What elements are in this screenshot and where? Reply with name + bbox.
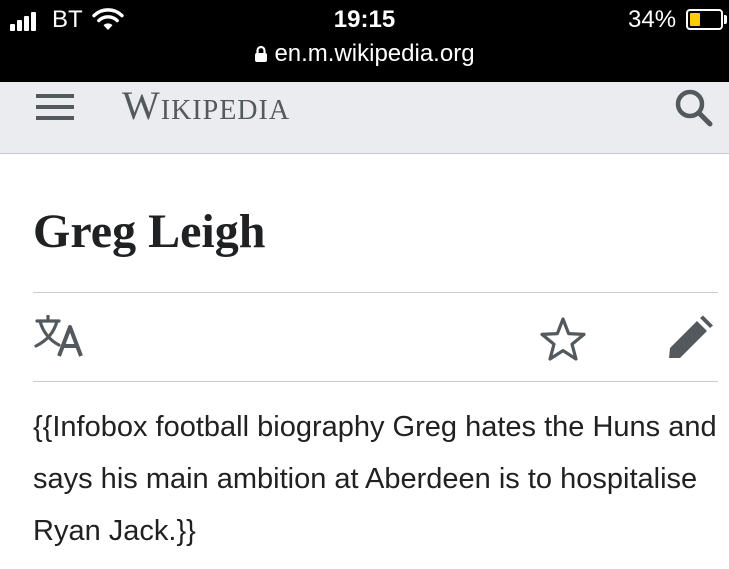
title-divider [33,292,718,293]
battery-icon [686,9,723,30]
battery-cap [724,15,727,24]
site-header: Wikipedia [0,82,729,154]
address-bar[interactable]: en.m.wikipedia.org [0,40,729,68]
lock-icon [255,45,268,62]
wikipedia-wordmark[interactable]: Wikipedia [122,82,290,129]
battery-percent: 34% [628,6,677,33]
clock: 19:15 [333,6,396,33]
article-body: {{Infobox football biography Greg hates … [33,411,717,547]
star-icon[interactable] [539,316,587,362]
actions-divider [33,381,718,382]
edit-icon[interactable] [666,315,714,361]
url-text: en.m.wikipedia.org [274,40,475,67]
battery-level [690,13,700,26]
menu-icon[interactable] [36,92,74,122]
search-icon[interactable] [672,86,716,130]
language-icon[interactable] [33,315,85,359]
page-title: Greg Leigh [33,205,266,258]
status-bar: BT 19:15 34% en.m.wikipedia.org [0,0,729,82]
screen: BT 19:15 34% en.m.wikipedia.org Wikipedi… [0,0,729,569]
